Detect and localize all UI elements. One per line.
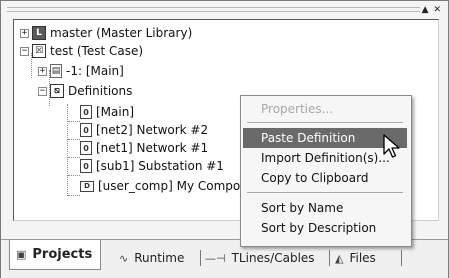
tree-item-label: -1: [Main] <box>66 64 124 78</box>
tree-item-def-main[interactable]: 0 [Main] <box>80 103 134 121</box>
panel-titlebar[interactable]: ▲ ✕ <box>3 3 446 17</box>
definition-icon: 0 <box>80 105 92 119</box>
tree-item-test[interactable]: − ☒ test (Test Case) <box>20 42 143 60</box>
tree-item-def-sub1[interactable]: 0 [sub1] Substation #1 <box>80 157 224 175</box>
expand-toggle[interactable]: + <box>20 28 29 38</box>
tree-item-definitions[interactable]: − ⧅ Definitions <box>38 82 132 100</box>
runtime-icon: ∿ <box>119 251 129 265</box>
menu-item-sort-by-name[interactable]: Sort by Name <box>243 198 407 218</box>
definition-icon: 0 <box>80 123 92 137</box>
mouse-pointer-icon <box>383 134 400 158</box>
menu-item-properties[interactable]: Properties... <box>243 99 407 119</box>
tab-label: Runtime <box>134 251 185 265</box>
tree-item-label: test (Test Case) <box>50 44 144 58</box>
definition-icon: 0 <box>80 141 92 155</box>
window-controls[interactable]: ▲ ✕ <box>422 3 442 17</box>
tree-item-def-user-comp[interactable]: D [user_comp] My Compon <box>80 177 248 195</box>
tree-item-label: [net2] Network #2 <box>96 123 209 137</box>
tree-item-label: [user_comp] My Compon <box>98 179 248 193</box>
collapse-toggle[interactable]: − <box>38 86 47 96</box>
tree-connector <box>68 175 80 176</box>
tab-label: TLines/Cables <box>231 251 315 265</box>
definitions-folder-icon: ⧅ <box>50 84 64 98</box>
tab-tlines-cables[interactable]: —⊣ TLines/Cables <box>205 246 315 270</box>
files-icon: ◭ <box>335 251 344 265</box>
tree-item-label: Definitions <box>68 84 133 98</box>
tree-connector <box>67 104 68 196</box>
tree-connector <box>68 121 80 122</box>
collapse-toggle[interactable]: − <box>20 46 29 56</box>
tab-files[interactable]: ◭ Files <box>335 246 376 270</box>
tab-label: Files <box>349 251 376 265</box>
component-icon: D <box>80 180 94 192</box>
tree-connector <box>68 157 80 158</box>
tab-runtime[interactable]: ∿ Runtime <box>119 246 184 270</box>
tab-label: Projects <box>32 247 93 262</box>
menu-separator <box>247 122 403 124</box>
tab-separator <box>329 250 330 266</box>
titlebar-grip <box>7 11 420 12</box>
tree-item-label: [sub1] Substation #1 <box>96 159 224 173</box>
projects-icon: ▣ <box>16 248 27 261</box>
tab-projects[interactable]: ▣ Projects <box>9 240 102 270</box>
page-icon: ▤ <box>50 64 62 78</box>
menu-item-copy-to-clipboard[interactable]: Copy to Clipboard <box>243 168 407 188</box>
context-menu: Properties... Paste Definition Import De… <box>240 95 412 247</box>
tlines-icon: —⊣ <box>205 251 226 265</box>
expand-toggle[interactable]: + <box>38 66 47 76</box>
menu-item-sort-by-description[interactable]: Sort by Description <box>243 218 407 238</box>
titlebar-grip <box>7 7 420 8</box>
tree-item-master[interactable]: + L master (Master Library) <box>20 24 192 42</box>
tree-item-def-net2[interactable]: 0 [net2] Network #2 <box>80 121 208 139</box>
test-case-icon: ☒ <box>32 44 46 58</box>
definition-icon: 0 <box>80 159 92 173</box>
tab-separator <box>200 250 201 266</box>
tab-separator <box>401 250 402 266</box>
tree-item-label: master (Master Library) <box>50 26 193 40</box>
menu-separator <box>247 192 403 194</box>
tree-connector <box>68 139 80 140</box>
tree-item-label: [net1] Network #1 <box>96 141 209 155</box>
tree-item-label: [Main] <box>96 105 135 119</box>
tree-connector <box>68 195 80 196</box>
library-icon: L <box>32 26 46 40</box>
tree-item-main-instance[interactable]: + ▤ -1: [Main] <box>38 62 124 80</box>
tree-item-def-net1[interactable]: 0 [net1] Network #1 <box>80 139 208 157</box>
